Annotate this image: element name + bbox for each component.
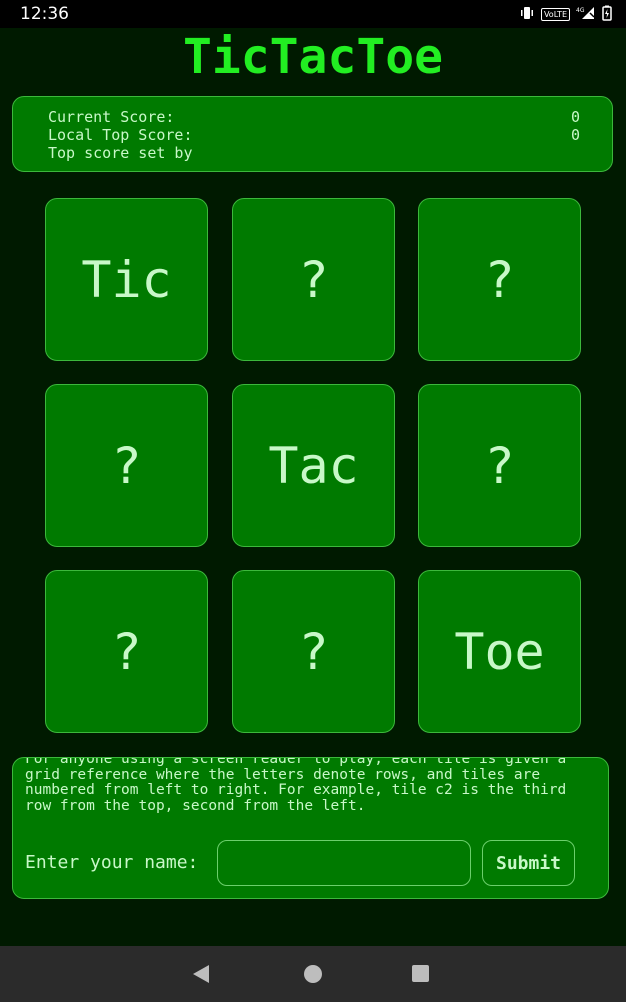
- tile-b1[interactable]: ?: [45, 384, 208, 547]
- tile-c1[interactable]: ?: [45, 570, 208, 733]
- tile-a1[interactable]: Tic: [45, 198, 208, 361]
- name-entry-panel: For anyone using a screen reader to play…: [12, 757, 609, 899]
- current-score-row: Current Score: 0: [48, 108, 580, 126]
- score-panel: Current Score: 0 Local Top Score: 0 Top …: [12, 96, 613, 172]
- tile-c3[interactable]: Toe: [418, 570, 581, 733]
- tile-a2[interactable]: ?: [232, 198, 395, 361]
- tile-b3[interactable]: ?: [418, 384, 581, 547]
- local-top-score-label: Local Top Score:: [48, 126, 193, 144]
- name-label: Enter your name:: [25, 852, 199, 873]
- app-screen: TicTacToe Current Score: 0 Local Top Sco…: [0, 28, 626, 946]
- top-score-set-by-label: Top score set by: [48, 144, 193, 162]
- page-title: TicTacToe: [182, 29, 444, 85]
- tile-c2[interactable]: ?: [232, 570, 395, 733]
- network-label: 4G: [576, 7, 585, 14]
- volte-icon: VoLTE: [540, 8, 570, 21]
- status-time: 12:36: [20, 4, 69, 24]
- current-score-value: 0: [570, 108, 580, 126]
- home-icon[interactable]: [304, 965, 322, 983]
- screen-reader-info: For anyone using a screen reader to play…: [25, 757, 567, 814]
- vibrate-icon: [519, 6, 535, 23]
- current-score-label: Current Score:: [48, 108, 175, 126]
- back-icon[interactable]: [193, 965, 209, 983]
- name-input[interactable]: [217, 840, 471, 886]
- tile-a3[interactable]: ?: [418, 198, 581, 361]
- battery-icon: [602, 5, 612, 24]
- local-top-score-row: Local Top Score: 0: [48, 126, 580, 144]
- tile-b2[interactable]: Tac: [232, 384, 395, 547]
- navigation-bar: [0, 946, 626, 1002]
- status-icons: VoLTE 4G: [519, 5, 612, 24]
- submit-button[interactable]: Submit: [482, 840, 575, 886]
- status-bar: 12:36 VoLTE 4G: [0, 0, 626, 28]
- recents-icon[interactable]: [412, 965, 429, 982]
- top-score-set-by-row: Top score set by: [48, 144, 580, 162]
- signal-4g-icon: 4G: [576, 6, 596, 23]
- local-top-score-value: 0: [570, 126, 580, 144]
